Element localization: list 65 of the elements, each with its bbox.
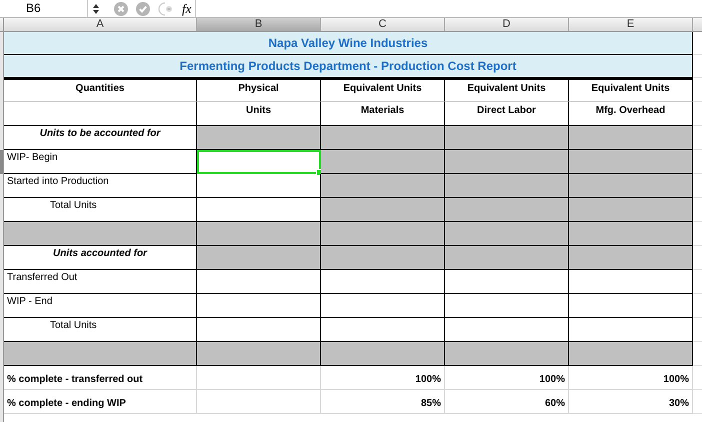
table-cell[interactable]: % complete - ending WIP <box>4 390 197 414</box>
table-cell[interactable] <box>569 198 693 222</box>
table-cell[interactable] <box>445 222 569 246</box>
table-cell[interactable] <box>197 270 321 294</box>
table-cell[interactable]: 60% <box>445 390 569 414</box>
fx-label[interactable]: fx <box>182 0 196 17</box>
table-cell[interactable] <box>321 174 445 198</box>
table-cell[interactable] <box>321 246 445 270</box>
report-title: Fermenting Products Department - Production Cost Report <box>4 55 693 78</box>
table-cell[interactable] <box>569 294 693 318</box>
table-cell[interactable] <box>197 246 321 270</box>
column-header[interactable]: E <box>569 18 693 31</box>
table-cell[interactable]: Transferred Out <box>4 270 197 294</box>
table-cell[interactable]: 100% <box>445 366 569 390</box>
table-cell[interactable] <box>321 270 445 294</box>
table-cell[interactable]: Units accounted for <box>4 246 197 270</box>
table-cell[interactable]: % complete - transferred out <box>4 366 197 390</box>
name-box[interactable]: B6 <box>0 0 88 17</box>
table-cell[interactable]: 100% <box>321 366 445 390</box>
table-cell[interactable] <box>445 126 569 150</box>
table-cell[interactable]: Units to be accounted for <box>4 126 197 150</box>
table-cell[interactable] <box>4 102 197 126</box>
table-cell[interactable]: 30% <box>569 390 693 414</box>
table-cell[interactable] <box>445 342 569 366</box>
table-cell[interactable] <box>445 294 569 318</box>
check-icon[interactable] <box>136 2 150 16</box>
stepper-icon[interactable] <box>92 2 100 14</box>
table-cell[interactable]: Equivalent Units <box>321 78 445 102</box>
table-cell[interactable]: WIP - End <box>4 294 197 318</box>
table-cell[interactable] <box>4 342 197 366</box>
table-cell[interactable] <box>445 270 569 294</box>
table-cell[interactable] <box>445 174 569 198</box>
table-cell[interactable]: Quantities <box>4 78 197 102</box>
table-cell[interactable] <box>569 174 693 198</box>
table-cell[interactable] <box>197 126 321 150</box>
table-cell[interactable] <box>569 150 693 174</box>
table-cell[interactable] <box>321 126 445 150</box>
table-cell[interactable] <box>321 198 445 222</box>
table-cell[interactable] <box>445 198 569 222</box>
table-cell[interactable] <box>569 222 693 246</box>
column-header[interactable]: D <box>445 18 569 31</box>
table-cell[interactable]: Equivalent Units <box>445 78 569 102</box>
table-cell[interactable] <box>569 342 693 366</box>
table-cell[interactable] <box>321 342 445 366</box>
report-title: Napa Valley Wine Industries <box>4 32 693 55</box>
table-cell[interactable] <box>445 246 569 270</box>
table-cell[interactable]: 100% <box>569 366 693 390</box>
table-cell[interactable]: Started into Production <box>4 174 197 198</box>
table-cell[interactable] <box>197 342 321 366</box>
column-header[interactable]: B <box>197 18 321 31</box>
table-cell[interactable] <box>197 294 321 318</box>
column-header[interactable]: C <box>321 18 445 31</box>
table-cell[interactable] <box>197 222 321 246</box>
table-cell[interactable]: Physical <box>197 78 321 102</box>
table-cell[interactable] <box>321 222 445 246</box>
table-cell[interactable] <box>569 246 693 270</box>
table-cell[interactable] <box>321 294 445 318</box>
table-cell[interactable]: Equivalent Units <box>569 78 693 102</box>
table-cell[interactable] <box>321 150 445 174</box>
table-cell[interactable] <box>445 150 569 174</box>
table-cell[interactable] <box>569 270 693 294</box>
table-cell[interactable]: WIP- Begin <box>4 150 197 174</box>
table-cell[interactable] <box>4 222 197 246</box>
table-cell[interactable] <box>569 126 693 150</box>
table-cell[interactable]: 85% <box>321 390 445 414</box>
